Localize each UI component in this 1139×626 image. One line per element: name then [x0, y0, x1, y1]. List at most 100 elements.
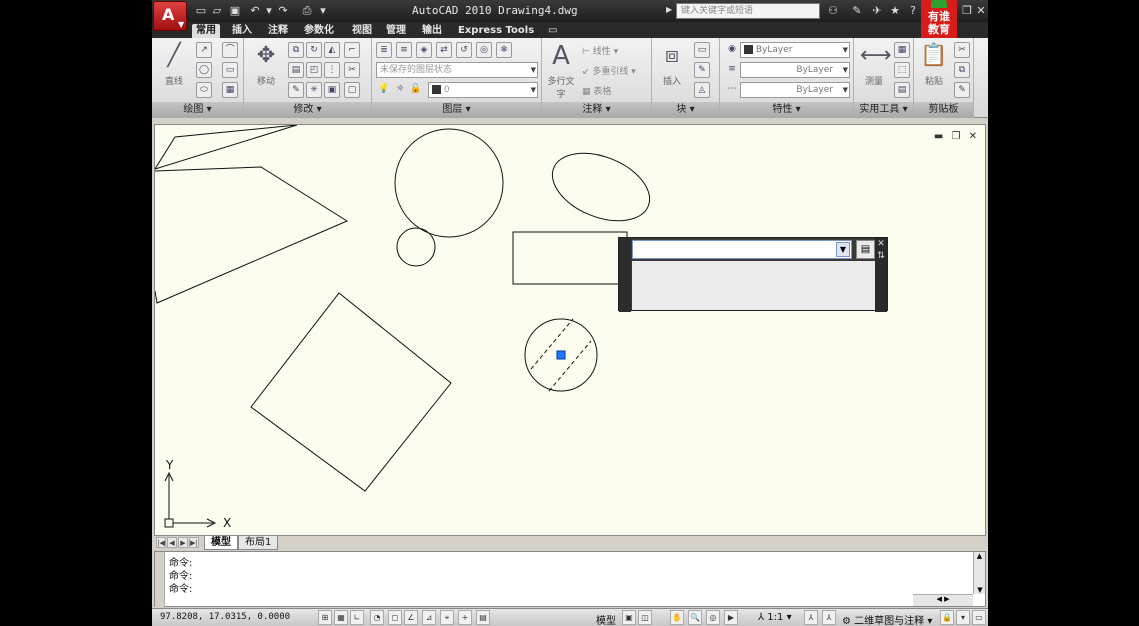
array-icon[interactable]: ⋮	[324, 62, 340, 78]
application-menu-button[interactable]: A ▼	[153, 1, 187, 31]
layer-match-icon[interactable]: ⇄	[436, 42, 452, 58]
pan-icon[interactable]: ✋	[670, 610, 684, 625]
select-all-icon[interactable]: ⬚	[894, 62, 910, 78]
move-button[interactable]: ✥ 移动	[248, 42, 284, 98]
lock-icon[interactable]: 🔓	[408, 82, 424, 98]
edit-block-icon[interactable]: ✎	[694, 62, 710, 78]
first-layout-icon[interactable]: |◀	[156, 537, 166, 548]
coordinate-readout[interactable]: 97.8208, 17.0315, 0.0000	[160, 612, 290, 622]
tab-insert[interactable]: 插入	[228, 24, 256, 38]
undo-icon[interactable]: ↶	[248, 4, 262, 18]
undo-dropdown-icon[interactable]: ▾	[262, 4, 276, 18]
layer-freeze-icon[interactable]: ❄	[496, 42, 512, 58]
polyline-icon[interactable]: ↗	[196, 42, 212, 58]
layer-previous-icon[interactable]: ↺	[456, 42, 472, 58]
search-input[interactable]: 键入关键字或短语	[676, 3, 820, 19]
hatch-icon[interactable]: ▦	[222, 82, 238, 98]
sun-icon[interactable]: ☼	[392, 82, 408, 98]
lineweight-toggle-icon[interactable]: ▤	[476, 610, 490, 625]
tab-view[interactable]: 视图	[348, 24, 376, 38]
copy-icon[interactable]: ⧉	[288, 42, 304, 58]
erase-icon[interactable]: ✎	[288, 82, 304, 98]
subscription-icon[interactable]: ✎	[850, 4, 864, 18]
favorites-star-icon[interactable]: ★	[888, 4, 902, 18]
explode-icon[interactable]: ✳	[306, 82, 322, 98]
stretch-icon[interactable]: ▤	[288, 62, 304, 78]
command-window-grip[interactable]	[155, 552, 165, 608]
scroll-up-icon[interactable]: ▲	[974, 552, 985, 560]
rectangle-icon[interactable]: ▭	[222, 62, 238, 78]
tab-annotate[interactable]: 注释	[264, 24, 292, 38]
linear-dimension-button[interactable]: ⊢ 线性 ▾	[582, 44, 618, 57]
status-menu-icon[interactable]: ▾	[956, 610, 970, 625]
multileader-button[interactable]: ↙ 多重引线 ▾	[582, 64, 636, 77]
dynamic-ucs-icon[interactable]: ⌖	[440, 610, 454, 625]
panel-layers-title[interactable]: 图层 ▾	[372, 102, 541, 118]
palette-drag-handle[interactable]	[619, 238, 631, 312]
layer-dropdown[interactable]: 0 ▼	[428, 82, 538, 98]
layer-isolate-icon[interactable]: ◈	[416, 42, 432, 58]
panel-annotation-title[interactable]: 注释 ▾	[542, 102, 651, 118]
join-icon[interactable]: ▢	[344, 82, 360, 98]
copy-clip-icon[interactable]: ⧉	[954, 62, 970, 78]
steering-wheel-icon[interactable]: ◎	[706, 610, 720, 625]
panel-block-title[interactable]: 块 ▾	[652, 102, 719, 118]
command-window[interactable]: 命令: 命令: 命令: ▲ ▼ ◀ ▶	[154, 551, 986, 608]
help-icon[interactable]: ?	[906, 4, 920, 18]
lightbulb-icon[interactable]: 💡	[376, 82, 392, 98]
tab-express-tools[interactable]: Express Tools	[454, 24, 538, 38]
layer-state-dropdown[interactable]: 未保存的图层状态 ▼	[376, 62, 538, 78]
ortho-mode-icon[interactable]: ∟	[350, 610, 364, 625]
last-layout-icon[interactable]: ▶|	[189, 537, 199, 548]
new-file-icon[interactable]: ▭	[194, 4, 208, 18]
layer-state-icon[interactable]: ≡	[396, 42, 412, 58]
ribbon-minimize-icon[interactable]: ▭	[544, 24, 561, 38]
scale-icon[interactable]: ◰	[306, 62, 322, 78]
command-scrollbar[interactable]: ▲ ▼	[973, 552, 985, 594]
dynamic-input-icon[interactable]: +	[458, 610, 472, 625]
auto-scale-icon[interactable]: ⅄	[822, 610, 836, 625]
chevron-down-icon[interactable]: ▼	[836, 242, 850, 257]
open-file-icon[interactable]: ▱	[210, 4, 224, 18]
workspace-switcher[interactable]: ⚙ 二维草图与注释 ▾	[842, 612, 932, 626]
cut-icon[interactable]: ✂	[954, 42, 970, 58]
close-window-icon[interactable]: ✕	[974, 4, 988, 18]
measure-button[interactable]: ⟷ 测量	[856, 42, 892, 98]
drawing-svg[interactable]: Y X	[155, 125, 986, 536]
scroll-down-icon[interactable]: ▼	[974, 586, 986, 594]
command-prompt-line[interactable]: 命令:	[169, 580, 192, 595]
table-button[interactable]: ▦ 表格	[582, 84, 611, 97]
grip-point[interactable]	[556, 350, 566, 360]
lineweight-dropdown[interactable]: ByLayer ▼	[740, 62, 850, 78]
object-snap-icon[interactable]: ◻	[388, 610, 402, 625]
annotation-visibility-icon[interactable]: ⅄	[804, 610, 818, 625]
layer-walk-icon[interactable]: ◎	[476, 42, 492, 58]
command-horizontal-scrollbar[interactable]: ◀ ▶	[913, 594, 973, 606]
zoom-icon[interactable]: 🔍	[688, 610, 702, 625]
mirror-icon[interactable]: ◭	[324, 42, 340, 58]
3d-osnap-icon[interactable]: ∠	[404, 610, 418, 625]
clean-screen-icon[interactable]: ▭	[972, 610, 986, 625]
id-point-icon[interactable]: ▤	[894, 82, 910, 98]
offset-icon[interactable]: ▣	[324, 82, 340, 98]
circle-icon[interactable]: ◯	[196, 62, 212, 78]
linetype-icon[interactable]: ⋯	[724, 82, 740, 98]
quick-calc-icon[interactable]: ▦	[894, 42, 910, 58]
toolbar-lock-icon[interactable]: 🔒	[940, 610, 954, 625]
search-expand-icon[interactable]: ▶	[666, 5, 672, 14]
redo-icon[interactable]: ↷	[276, 4, 290, 18]
object-snap-tracking-icon[interactable]: ⊿	[422, 610, 436, 625]
drawn-circle-small[interactable]	[396, 227, 436, 267]
palette-close-icon[interactable]: ✕	[875, 238, 887, 250]
tab-output[interactable]: 输出	[418, 24, 446, 38]
quick-access-dropdown-icon[interactable]: ▾	[316, 4, 330, 18]
tab-model[interactable]: 模型	[204, 536, 238, 550]
panel-draw-title[interactable]: 绘图 ▾	[152, 102, 243, 118]
panel-properties-title[interactable]: 特性 ▾	[720, 102, 853, 118]
panel-clipboard-title[interactable]: 剪贴板	[914, 102, 973, 118]
close-drawing-icon[interactable]: ✕	[969, 131, 977, 142]
layer-properties-icon[interactable]: ≣	[376, 42, 392, 58]
showmotion-icon[interactable]: ▶	[724, 610, 738, 625]
communication-icon[interactable]: ✈	[870, 4, 884, 18]
polar-tracking-icon[interactable]: ◔	[370, 610, 384, 625]
